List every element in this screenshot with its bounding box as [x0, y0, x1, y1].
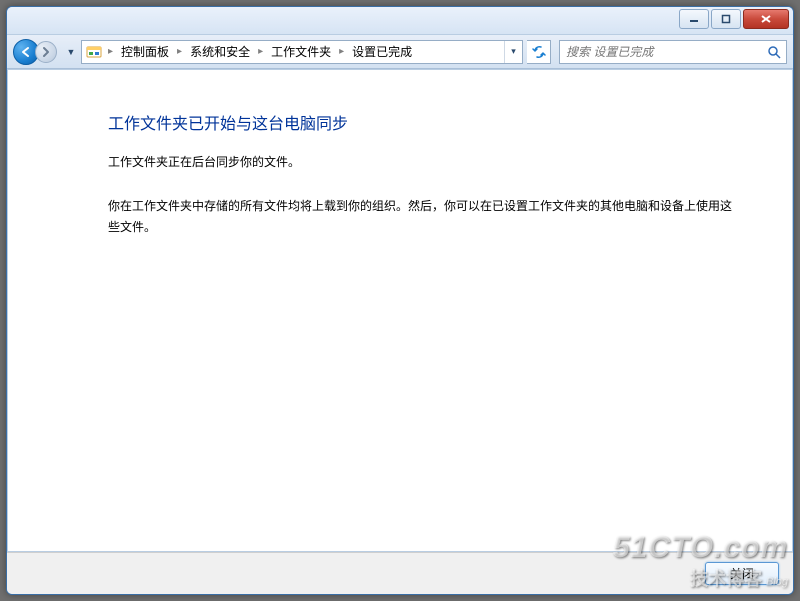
maximize-button[interactable]: [711, 9, 741, 29]
location-icon: [84, 42, 104, 62]
nav-buttons: [13, 38, 61, 66]
window-frame: ▼ ▸ 控制面板 ▸ 系统和安全 ▸ 工作文件夹 ▸ 设置已完成 ▾: [6, 6, 794, 595]
titlebar: [7, 7, 793, 35]
nav-history-dropdown[interactable]: ▼: [65, 40, 77, 64]
breadcrumb-item[interactable]: 系统和安全: [184, 41, 256, 63]
chevron-right-icon: ▸: [256, 46, 265, 57]
minimize-button[interactable]: [679, 9, 709, 29]
forward-button[interactable]: [35, 41, 57, 63]
content-paragraph: 工作文件夹正在后台同步你的文件。: [108, 152, 732, 172]
breadcrumb-item[interactable]: 工作文件夹: [265, 41, 337, 63]
page-heading: 工作文件夹已开始与这台电脑同步: [108, 110, 732, 134]
chevron-right-icon: ▸: [175, 46, 184, 57]
address-bar[interactable]: ▸ 控制面板 ▸ 系统和安全 ▸ 工作文件夹 ▸ 设置已完成 ▾: [81, 40, 523, 64]
address-dropdown[interactable]: ▾: [504, 41, 522, 63]
breadcrumb-item[interactable]: 控制面板: [115, 41, 175, 63]
chevron-right-icon: ▸: [337, 46, 346, 57]
content-paragraph: 你在工作文件夹中存储的所有文件均将上载到你的组织。然后，你可以在已设置工作文件夹…: [108, 196, 732, 237]
search-box[interactable]: [559, 40, 787, 64]
content-area: 工作文件夹已开始与这台电脑同步 工作文件夹正在后台同步你的文件。 你在工作文件夹…: [7, 69, 793, 552]
toolbar: ▼ ▸ 控制面板 ▸ 系统和安全 ▸ 工作文件夹 ▸ 设置已完成 ▾: [7, 35, 793, 69]
search-input[interactable]: [560, 41, 762, 63]
bottom-bar: 关闭: [7, 552, 793, 594]
window-close-button[interactable]: [743, 9, 789, 29]
refresh-button[interactable]: [527, 40, 551, 64]
close-button[interactable]: 关闭: [705, 562, 779, 585]
breadcrumb-item[interactable]: 设置已完成: [346, 41, 418, 63]
chevron-right-icon: ▸: [106, 46, 115, 57]
search-icon[interactable]: [762, 41, 786, 63]
